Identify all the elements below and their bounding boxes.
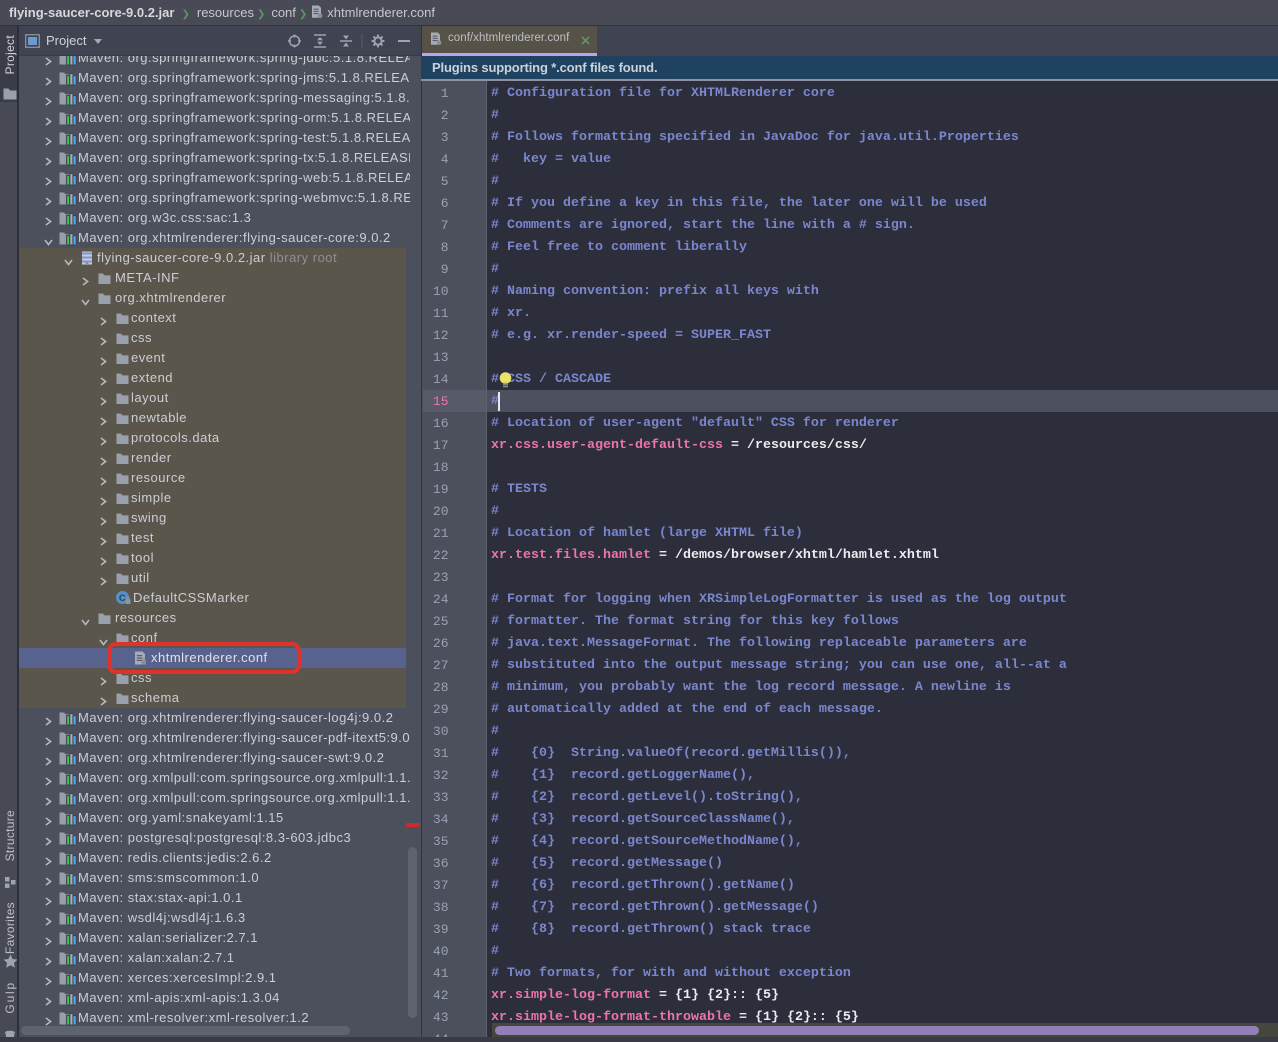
svg-text:C: C bbox=[119, 593, 126, 604]
